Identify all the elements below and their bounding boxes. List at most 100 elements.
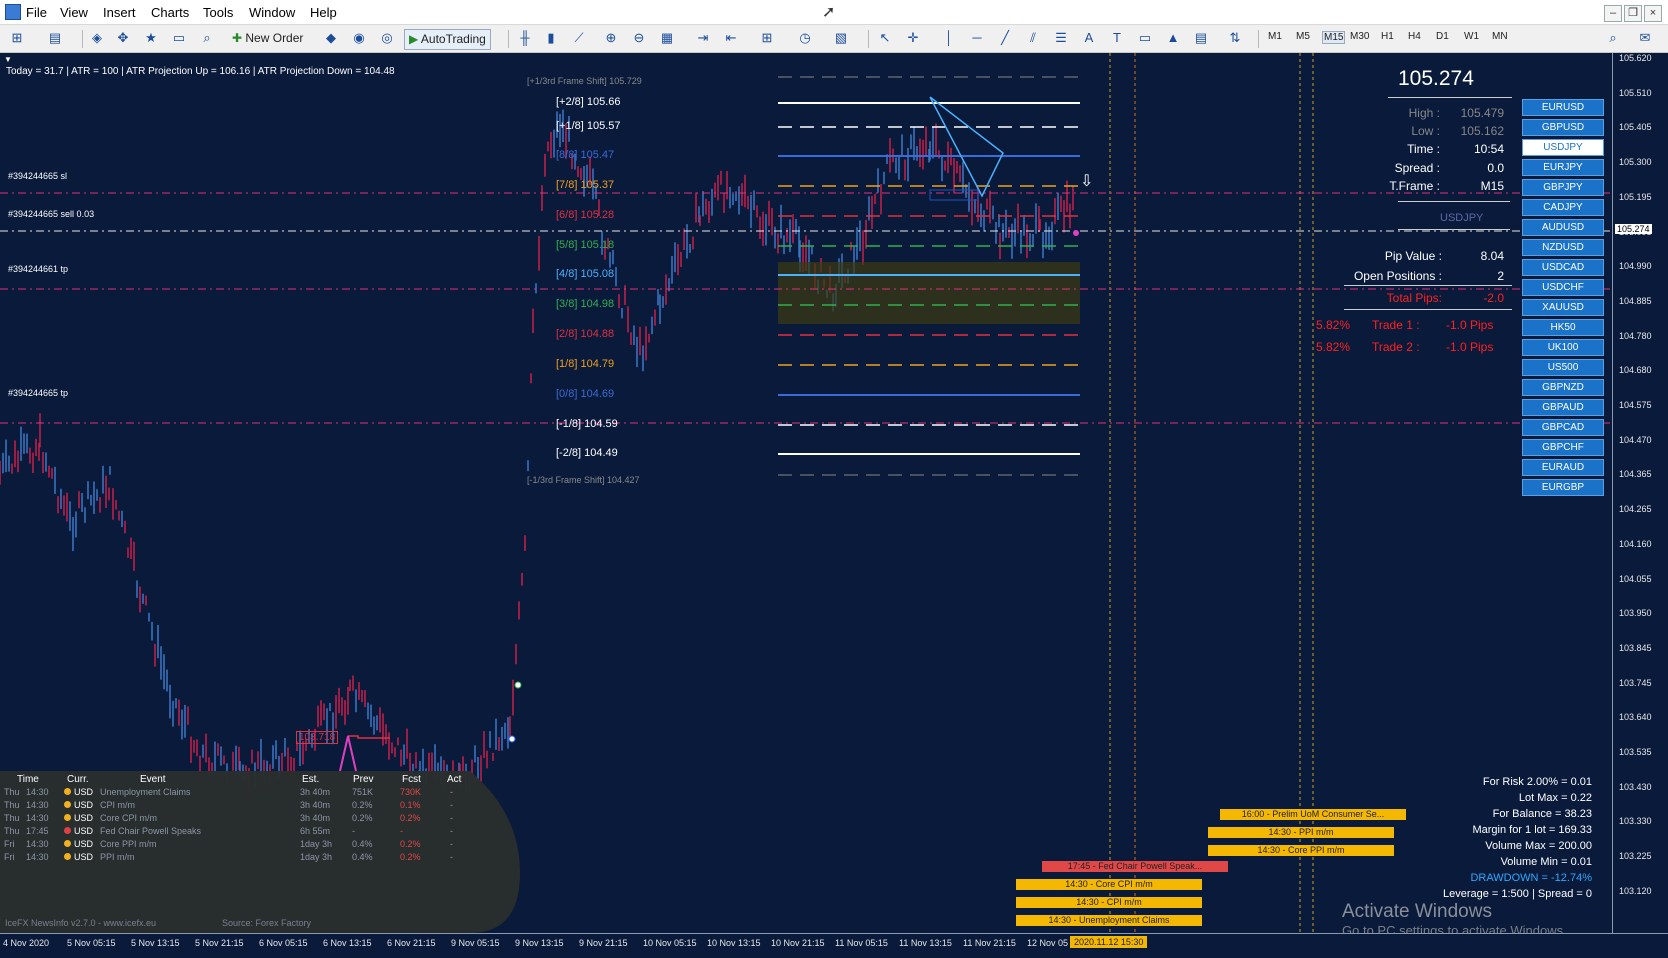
symbol-button-usdjpy[interactable]: USDJPY xyxy=(1522,139,1604,156)
new-chart-icon[interactable]: ⊞ xyxy=(8,29,26,47)
symbol-button-eurusd[interactable]: EURUSD xyxy=(1522,99,1604,116)
chart-shift-icon[interactable]: ⇤ xyxy=(722,29,740,47)
candlestick-icon[interactable]: ▮ xyxy=(542,29,560,47)
close-button[interactable]: × xyxy=(1644,5,1662,22)
symbol-button-gbpchf[interactable]: GBPCHF xyxy=(1522,439,1604,456)
bar-chart-icon[interactable]: ╫ xyxy=(516,29,534,47)
symbol-button-usdcad[interactable]: USDCAD xyxy=(1522,259,1604,276)
timeframe-mn[interactable]: MN xyxy=(1492,31,1508,42)
rectangle-icon[interactable]: ▭ xyxy=(1136,29,1154,47)
autotrading-button[interactable]: ▶ AutoTrading xyxy=(404,29,491,50)
vps-icon[interactable]: ◎ xyxy=(378,29,396,47)
panel-underline xyxy=(1388,97,1512,98)
timeframe-h1[interactable]: H1 xyxy=(1381,31,1394,42)
zoom-out-icon[interactable]: ⊖ xyxy=(630,29,648,47)
event-bar[interactable]: 16:00 - Prelim UoM Consumer Se... xyxy=(1220,809,1406,820)
fibonacci-icon[interactable]: ☰ xyxy=(1052,29,1070,47)
symbol-button-gbpnzd[interactable]: GBPNZD xyxy=(1522,379,1604,396)
timeframe-w1[interactable]: W1 xyxy=(1464,31,1479,42)
menu-charts[interactable]: Charts xyxy=(151,5,189,20)
menu-help[interactable]: Help xyxy=(310,5,337,20)
menu-window[interactable]: Window xyxy=(249,5,295,20)
strategy-tester-icon[interactable]: ⌕ xyxy=(198,29,216,47)
terminal-icon[interactable]: ▭ xyxy=(170,29,188,47)
panel-divider xyxy=(1398,229,1510,230)
price-chart[interactable]: Today = 31.7 | ATR = 100 | ATR Projectio… xyxy=(0,53,1612,933)
open-positions-value: 2 xyxy=(1497,269,1504,283)
channel-icon[interactable]: ⫽ xyxy=(1024,29,1042,47)
profiles-icon[interactable]: ▤ xyxy=(46,29,64,47)
horizontal-line-icon[interactable]: ─ xyxy=(968,29,986,47)
panel-low-label: Low : xyxy=(1411,124,1440,138)
crosshair-icon[interactable]: ✛ xyxy=(904,29,922,47)
event-bar[interactable]: 14:30 - Unemployment Claims xyxy=(1016,915,1202,926)
news-footer-right: Source: Forex Factory xyxy=(222,918,312,928)
timeframe-d1[interactable]: D1 xyxy=(1436,31,1449,42)
event-bar[interactable]: 14:30 - Core CPI m/m xyxy=(1016,879,1202,890)
gann-grid-icon[interactable]: ▤ xyxy=(1192,29,1210,47)
new-order-button[interactable]: ✚ New Order xyxy=(232,29,303,48)
event-bar[interactable]: 14:30 - Core PPI m/m xyxy=(1208,845,1394,856)
timeframe-m1[interactable]: M1 xyxy=(1268,31,1282,42)
market-watch-icon[interactable]: ◈ xyxy=(88,29,106,47)
vertical-line-icon[interactable]: │ xyxy=(940,29,958,47)
time-tick: 6 Nov 13:15 xyxy=(323,938,372,948)
search-icon[interactable]: ⌕ xyxy=(1604,29,1622,47)
news-cell: Core CPI m/m xyxy=(100,813,158,823)
text-icon[interactable]: A xyxy=(1080,29,1098,47)
line-chart-icon[interactable]: ⟋ xyxy=(570,29,588,47)
price-tick: 104.575 xyxy=(1619,400,1652,410)
symbol-button-eurjpy[interactable]: EURJPY xyxy=(1522,159,1604,176)
symbol-button-nzdusd[interactable]: NZDUSD xyxy=(1522,239,1604,256)
event-bar[interactable]: 14:30 - PPI m/m xyxy=(1208,827,1394,838)
symbol-button-gbpaud[interactable]: GBPAUD xyxy=(1522,399,1604,416)
symbol-button-hk50[interactable]: HK50 xyxy=(1522,319,1604,336)
timeframe-m5[interactable]: M5 xyxy=(1296,31,1310,42)
symbol-button-usdchf[interactable]: USDCHF xyxy=(1522,279,1604,296)
timeframe-m15[interactable]: M15 xyxy=(1322,31,1346,44)
event-bar[interactable]: 14:30 - CPI m/m xyxy=(1016,897,1202,908)
symbol-button-eurgbp[interactable]: EURGBP xyxy=(1522,479,1604,496)
arrows-icon[interactable]: ⇅ xyxy=(1226,29,1244,47)
timeframe-h4[interactable]: H4 xyxy=(1408,31,1421,42)
chat-icon[interactable]: ✉ xyxy=(1636,29,1654,47)
triangle-icon[interactable]: ▲ xyxy=(1164,29,1182,47)
menu-insert[interactable]: Insert xyxy=(103,5,136,20)
auto-scroll-icon[interactable]: ⇥ xyxy=(694,29,712,47)
templates-icon[interactable]: ▧ xyxy=(832,29,850,47)
timeframe-m30[interactable]: M30 xyxy=(1350,31,1369,42)
symbol-button-gbpcad[interactable]: GBPCAD xyxy=(1522,419,1604,436)
menu-file[interactable]: File xyxy=(26,5,47,20)
tile-windows-icon[interactable]: ▦ xyxy=(658,29,676,47)
metaeditor-icon[interactable]: ◆ xyxy=(322,29,340,47)
symbol-button-uk100[interactable]: UK100 xyxy=(1522,339,1604,356)
symbol-button-cadjpy[interactable]: CADJPY xyxy=(1522,199,1604,216)
news-header-act: Act xyxy=(447,774,462,785)
symbol-button-gbpjpy[interactable]: GBPJPY xyxy=(1522,179,1604,196)
cursor-icon[interactable]: ↖ xyxy=(876,29,894,47)
signals-icon[interactable]: ◉ xyxy=(350,29,368,47)
restore-button[interactable]: ❐ xyxy=(1624,5,1642,22)
periods-icon[interactable]: ◷ xyxy=(796,29,814,47)
chart-menu-arrow-icon[interactable]: ▼ xyxy=(4,55,12,64)
news-currency-code: USD xyxy=(74,839,94,849)
symbol-button-us500[interactable]: US500 xyxy=(1522,359,1604,376)
zoom-in-icon[interactable]: ⊕ xyxy=(602,29,620,47)
text-label-icon[interactable]: T xyxy=(1108,29,1126,47)
indicators-icon[interactable]: ⊞ xyxy=(758,29,776,47)
event-bar[interactable]: 17:45 - Fed Chair Powell Speak... xyxy=(1042,861,1228,872)
navigator-icon[interactable]: ✥ xyxy=(114,29,132,47)
impact-dot xyxy=(64,801,71,808)
trendline-icon[interactable]: ╱ xyxy=(996,29,1014,47)
price-tick: 103.535 xyxy=(1619,747,1652,757)
symbol-button-gbpusd[interactable]: GBPUSD xyxy=(1522,119,1604,136)
trade-point xyxy=(1073,230,1079,236)
price-tick: 105.620 xyxy=(1619,53,1652,63)
symbol-button-audusd[interactable]: AUDUSD xyxy=(1522,219,1604,236)
symbol-button-xauusd[interactable]: XAUUSD xyxy=(1522,299,1604,316)
minimize-button[interactable]: – xyxy=(1604,5,1622,22)
favorites-icon[interactable]: ★ xyxy=(142,29,160,47)
symbol-button-euraud[interactable]: EURAUD xyxy=(1522,459,1604,476)
menu-tools[interactable]: Tools xyxy=(203,5,233,20)
menu-view[interactable]: View xyxy=(60,5,88,20)
